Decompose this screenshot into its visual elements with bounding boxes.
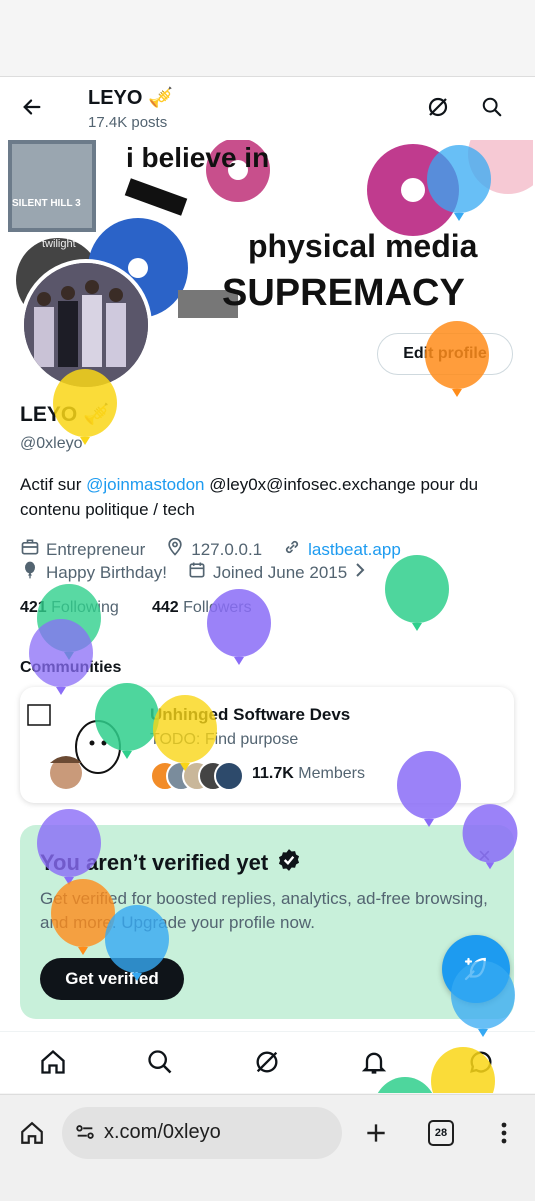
balloon-decoration [451,961,515,1037]
back-arrow-icon[interactable] [16,91,48,123]
site-settings-icon[interactable] [74,1121,96,1148]
browser-menu-icon[interactable] [488,1117,520,1149]
browser-toolbar: x.com/0xleyo 28 [0,1094,535,1201]
tab-switcher-button[interactable]: 28 [425,1117,457,1149]
location: 127.0.0.1 [191,539,263,559]
verified-badge-icon [276,847,302,879]
profession: Entrepreneur [46,539,146,559]
balloon-decoration [397,751,461,827]
browser-home-icon[interactable] [16,1117,48,1149]
followers-count: 442 [152,599,179,616]
posts-count: 17.4K posts [88,114,168,131]
url-text: x.com/0xleyo [104,1121,221,1143]
balloon-decoration [425,321,489,397]
location-pin-icon [165,537,185,562]
balloon-decoration [153,695,217,771]
balloon-decoration [29,619,93,695]
trumpet-emoji-icon: 🎺 [148,87,173,109]
banner-line-1: i believe in [126,142,270,173]
balloon-decoration [105,905,169,981]
banner-line-3: SUPREMACY [222,272,465,314]
profile-meta-row-1: Entrepreneur 127.0.0.1 lastbeat.app [20,537,401,562]
birthday-text: Happy Birthday! [46,562,167,582]
app-viewport: LEYO 🎺 17.4K posts i believe in SILENT H… [0,77,535,1093]
new-tab-plus-icon[interactable] [360,1117,392,1149]
briefcase-icon [20,537,40,562]
notifications-bell-icon[interactable] [358,1046,390,1078]
home-icon[interactable] [37,1046,69,1078]
balloon-decoration [427,145,491,221]
tab-count: 28 [428,1120,454,1146]
banner-dvd-label: twilight [42,238,76,250]
link-icon [282,537,302,562]
balloon-decoration [53,369,117,445]
calendar-icon [187,560,207,585]
grok-icon[interactable] [422,91,454,123]
banner-cover-label: SILENT HILL 3 [12,198,81,209]
bio-mention-link[interactable]: @joinmastodon [86,475,204,494]
bio-text: Actif sur [20,475,87,494]
address-bar[interactable]: x.com/0xleyo [62,1107,342,1159]
balloon-decoration [377,1077,433,1093]
member-count: 11.7K Members [252,765,365,782]
profile-bio: Actif sur @joinmastodon @ley0x@infosec.e… [20,472,510,522]
explore-search-icon[interactable] [144,1046,176,1078]
banner-line-2: physical media [248,228,478,264]
balloon-decoration [207,589,271,665]
grok-nav-icon[interactable] [251,1046,283,1078]
balloon-decoration [462,804,518,870]
page-title: LEYO 🎺 [88,87,173,109]
status-area [0,0,535,77]
chevron-right-icon[interactable] [353,561,367,584]
profile-header: LEYO 🎺 17.4K posts [0,77,535,139]
search-icon[interactable] [476,91,508,123]
joined-date: Joined June 2015 [212,562,348,582]
balloon-decoration [385,555,449,631]
